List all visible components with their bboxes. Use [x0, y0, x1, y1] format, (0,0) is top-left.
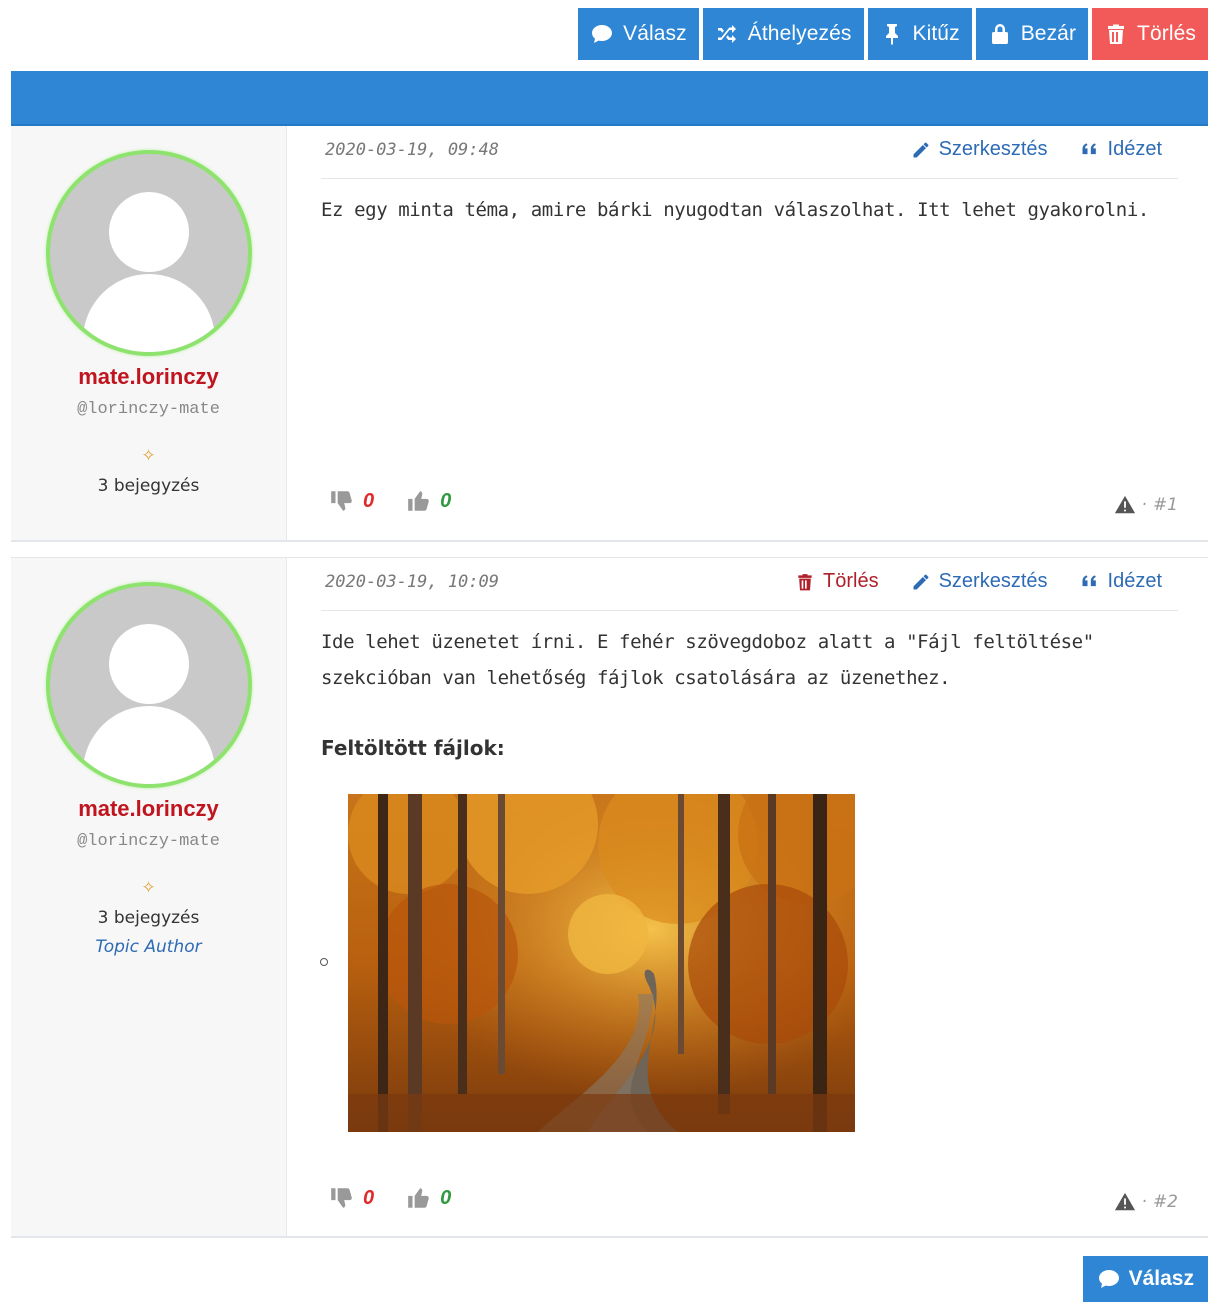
post-actions: Törlés Szerkesztés Idézet: [795, 570, 1162, 593]
post-header: 2020-03-19, 10:09 Törlés Szerkesztés Idé…: [321, 558, 1178, 611]
quote-button[interactable]: Idézet: [1080, 570, 1162, 593]
avatar-body: [83, 274, 215, 352]
vote-controls: 0 0: [329, 488, 451, 514]
post-body: Ez egy minta téma, amire bárki nyugodtan…: [321, 199, 1149, 221]
forum-post: mate.lorinczy @lorinczy-mate ✧ 3 bejegyz…: [11, 126, 1208, 542]
author-handle: @lorinczy-mate: [77, 400, 220, 419]
edit-button[interactable]: Szerkesztés: [911, 570, 1048, 593]
edit-label: Szerkesztés: [938, 138, 1048, 160]
rank-icon: ✧: [141, 878, 156, 898]
post-body-line: szekcióban van lehetőség fájlok csatolás…: [321, 667, 951, 689]
post-number: · #2: [1114, 1191, 1178, 1213]
warning-icon[interactable]: [1114, 494, 1136, 516]
reply-button-label: Válasz: [623, 22, 687, 45]
pin-button[interactable]: Kitűz: [867, 8, 972, 60]
quote-icon: [1082, 142, 1096, 154]
lock-button-label: Bezár: [1020, 22, 1077, 45]
thumbs-down-icon: [331, 1188, 352, 1208]
post-number-link[interactable]: #2: [1153, 1192, 1178, 1212]
list-bullet: [320, 958, 328, 966]
chat-bubble-icon: [592, 25, 613, 43]
topic-toolbar: Válasz Áthelyezés Kitűz Bezár Törlés: [578, 8, 1208, 60]
pin-button-label: Kitűz: [912, 22, 960, 45]
upvote-button[interactable]: 0: [406, 488, 451, 514]
pin-icon: [885, 24, 898, 45]
post-number-separator: ·: [1141, 1192, 1147, 1212]
upvote-count: 0: [440, 489, 452, 512]
avatar-head: [109, 192, 189, 272]
post-number-link[interactable]: #1: [1153, 495, 1178, 515]
post-number: · #1: [1114, 494, 1178, 516]
forum-post: mate.lorinczy @lorinczy-mate ✧ 3 bejegyz…: [11, 557, 1208, 1238]
lock-icon: [991, 24, 1008, 44]
move-button[interactable]: Áthelyezés: [702, 8, 864, 60]
trash-icon: [798, 573, 812, 590]
delete-post-button[interactable]: Törlés: [795, 570, 879, 593]
author-post-count: 3 bejegyzés: [97, 476, 200, 496]
downvote-button[interactable]: 0: [329, 488, 374, 514]
downvote-button[interactable]: 0: [329, 1185, 374, 1211]
chat-bubble-icon: [1098, 1270, 1119, 1288]
post-date: 2020-03-19, 09:48: [325, 140, 499, 160]
pencil-icon: [913, 574, 929, 589]
pencil-icon: [913, 142, 929, 157]
post-content: 2020-03-19, 10:09 Törlés Szerkesztés Idé…: [287, 558, 1208, 1236]
downvote-count: 0: [363, 1186, 375, 1209]
autumn-forest-road-image: [348, 794, 855, 1132]
trash-icon: [1108, 24, 1125, 44]
upvote-count: 0: [440, 1186, 452, 1209]
avatar-head: [109, 624, 189, 704]
post-number-separator: ·: [1141, 495, 1147, 515]
reply-button[interactable]: Válasz: [578, 8, 699, 60]
downvote-count: 0: [363, 489, 375, 512]
lock-button[interactable]: Bezár: [975, 8, 1089, 60]
post-header: 2020-03-19, 09:48 Szerkesztés Idézet: [321, 126, 1178, 179]
reply-button-bottom[interactable]: Válasz: [1082, 1256, 1208, 1302]
attachment-image[interactable]: [348, 794, 855, 1132]
topic-header-bar: [11, 71, 1208, 126]
post-date: 2020-03-19, 10:09: [325, 572, 499, 592]
quote-label: Idézet: [1107, 138, 1162, 160]
author-panel: mate.lorinczy @lorinczy-mate ✧ 3 bejegyz…: [11, 126, 287, 540]
vote-controls: 0 0: [329, 1185, 451, 1211]
author-name[interactable]: mate.lorinczy: [11, 364, 286, 390]
reply-button-label: Válasz: [1128, 1267, 1194, 1290]
rank-icon: ✧: [141, 446, 156, 466]
author-role: Topic Author: [95, 937, 202, 957]
quote-label: Idézet: [1107, 570, 1162, 592]
upvote-button[interactable]: 0: [406, 1185, 451, 1211]
author-name[interactable]: mate.lorinczy: [11, 796, 286, 822]
thumbs-up-icon: [408, 1188, 429, 1208]
quote-button[interactable]: Idézet: [1080, 138, 1162, 161]
author-handle: @lorinczy-mate: [77, 832, 220, 851]
thumbs-down-icon: [331, 491, 352, 511]
attachments-title: Feltöltött fájlok:: [321, 736, 505, 760]
author-panel: mate.lorinczy @lorinczy-mate ✧ 3 bejegyz…: [11, 558, 287, 1236]
avatar[interactable]: [46, 150, 252, 356]
post-body: Ide lehet üzenetet írni. E fehér szövegd…: [321, 624, 1178, 696]
author-post-count: 3 bejegyzés: [97, 908, 200, 928]
post-content: 2020-03-19, 09:48 Szerkesztés Idézet Ez …: [287, 126, 1208, 540]
delete-label: Törlés: [823, 570, 879, 592]
quote-icon: [1082, 574, 1096, 586]
thumbs-up-icon: [408, 491, 429, 511]
delete-topic-button[interactable]: Törlés: [1092, 8, 1208, 60]
avatar-body: [83, 706, 215, 784]
shuffle-icon: [717, 25, 736, 43]
post-body-line: Ide lehet üzenetet írni. E fehér szövegd…: [321, 631, 1094, 653]
move-button-label: Áthelyezés: [747, 22, 852, 45]
edit-label: Szerkesztés: [938, 570, 1048, 592]
warning-icon[interactable]: [1114, 1191, 1136, 1213]
post-actions: Szerkesztés Idézet: [911, 138, 1162, 161]
avatar[interactable]: [46, 582, 252, 788]
edit-button[interactable]: Szerkesztés: [911, 138, 1048, 161]
delete-button-label: Törlés: [1137, 22, 1196, 45]
